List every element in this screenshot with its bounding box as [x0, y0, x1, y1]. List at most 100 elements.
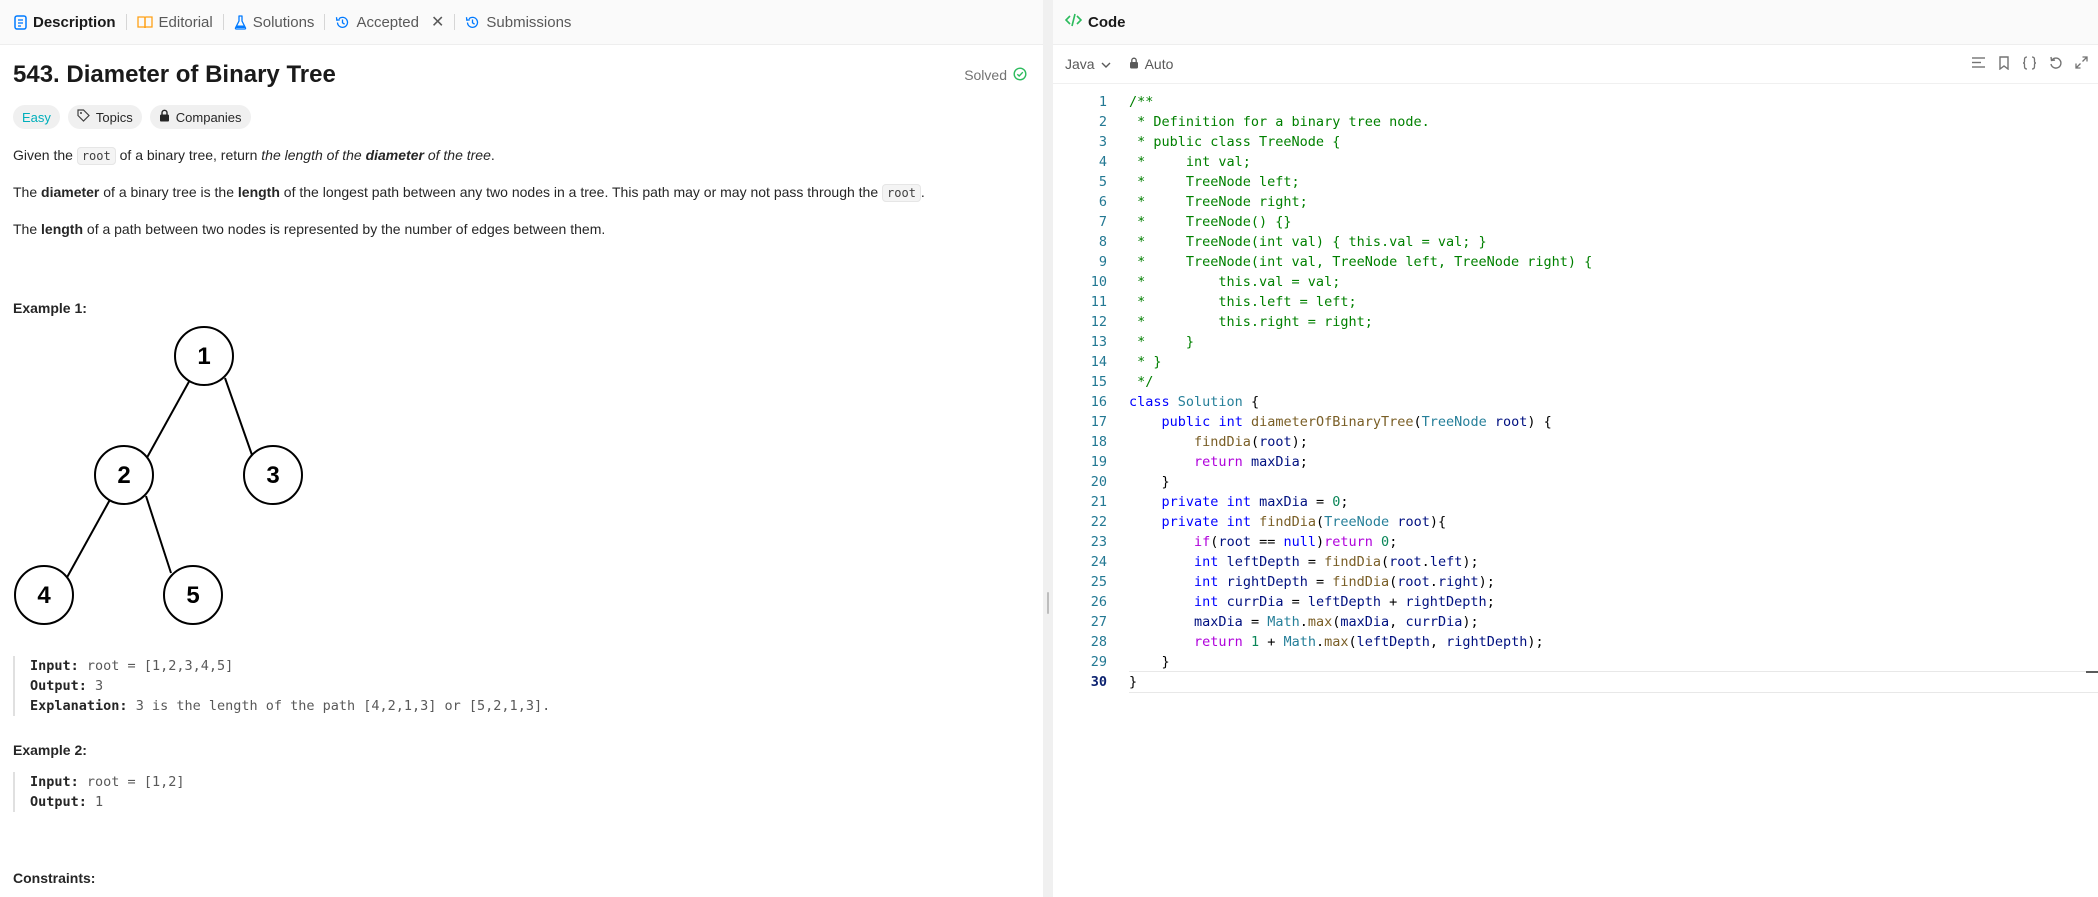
code-line[interactable]: 14 * }: [1053, 352, 2098, 372]
line-number: 15: [1090, 374, 1107, 390]
tab-editorial-label: Editorial: [158, 13, 213, 31]
code-line[interactable]: 5 * TreeNode left;: [1053, 172, 2098, 192]
line-number: 20: [1090, 474, 1107, 490]
code-text: return 1 + Math.max(leftDepth, rightDept…: [1194, 634, 1544, 650]
output-value: 3: [95, 678, 104, 694]
code-line[interactable]: 3 * public class TreeNode {: [1053, 132, 2098, 152]
description-icon: [14, 14, 27, 30]
code-line[interactable]: 23 if(root == null)return 0;: [1053, 532, 2098, 552]
tree-node-label: 5: [186, 582, 199, 609]
code-line[interactable]: 17 public int diameterOfBinaryTree(TreeN…: [1053, 412, 2098, 432]
example-1-block: Input: root = [1,2,3,4,5] Output: 3 Expl…: [13, 656, 1030, 716]
line-number: 1: [1098, 94, 1107, 110]
code-line[interactable]: 2 * Definition for a binary tree node.: [1053, 112, 2098, 132]
line-number: 6: [1098, 194, 1107, 210]
code-line[interactable]: 20 }: [1053, 472, 2098, 492]
code-line[interactable]: 29 }: [1053, 652, 2098, 672]
code-line[interactable]: 12 * this.right = right;: [1053, 312, 2098, 332]
code-editor[interactable]: 1 /** 2 * Definition for a binary tree nod…: [1053, 84, 2098, 693]
code-line[interactable]: 8 * TreeNode(int val) { this.val = val; …: [1053, 232, 2098, 252]
tab-submissions[interactable]: Submissions: [459, 0, 577, 44]
code-line[interactable]: 9 * TreeNode(int val, TreeNode left, Tre…: [1053, 252, 2098, 272]
code-line[interactable]: 30}: [1053, 672, 2098, 692]
auto-mode-toggle[interactable]: Auto: [1129, 56, 1173, 72]
text: of a path between two nodes is represent…: [83, 221, 606, 237]
output-label: Output:: [30, 794, 87, 810]
code-text: }: [1129, 474, 1170, 490]
tree-node: 2: [94, 445, 154, 505]
code-line[interactable]: 22 private int findDia(TreeNode root){: [1053, 512, 2098, 532]
tab-description[interactable]: Description: [8, 0, 122, 44]
code-line[interactable]: 28 return 1 + Math.max(leftDepth, rightD…: [1053, 632, 2098, 652]
code-line[interactable]: 19 return maxDia;: [1053, 452, 2098, 472]
problem-title[interactable]: 543. Diameter of Binary Tree: [13, 61, 336, 89]
tab-solutions[interactable]: Solutions: [228, 0, 321, 44]
code-line[interactable]: 21 private int maxDia = 0;: [1053, 492, 2098, 512]
example-2-block: Input: root = [1,2] Output: 1: [13, 772, 1030, 812]
output-value: 1: [95, 794, 104, 810]
code-line[interactable]: 11 * this.left = left;: [1053, 292, 2098, 312]
code-text: * public class TreeNode {: [1129, 134, 1341, 150]
braces-icon[interactable]: [2022, 55, 2037, 73]
history-icon: [465, 15, 480, 30]
code-text: */: [1129, 374, 1154, 390]
tree-node: 5: [163, 565, 223, 625]
line-number: 24: [1090, 554, 1107, 570]
code-text: * TreeNode() {}: [1129, 214, 1292, 230]
code-text: int leftDepth = findDia(root.left);: [1194, 554, 1479, 570]
inline-code: root: [76, 147, 116, 165]
tab-divider: [454, 14, 456, 30]
topics-button[interactable]: Topics: [67, 105, 142, 129]
tab-accepted[interactable]: Accepted ✕: [329, 0, 450, 44]
problem-description: 543. Diameter of Binary Tree Solved Easy…: [0, 61, 1043, 886]
reset-icon[interactable]: [2049, 56, 2063, 73]
code-text: * int val;: [1129, 154, 1251, 170]
language-select[interactable]: Java: [1065, 56, 1111, 72]
tree-node: 4: [14, 565, 74, 625]
code-line[interactable]: 25 int rightDepth = findDia(root.right);: [1053, 572, 2098, 592]
line-number: 28: [1090, 634, 1107, 650]
bookmark-icon[interactable]: [1998, 55, 2010, 73]
line-number: 16: [1090, 394, 1107, 410]
code-line[interactable]: 26 int currDia = leftDepth + rightDepth;: [1053, 592, 2098, 612]
code-text: * this.left = left;: [1129, 294, 1357, 310]
code-text: * TreeNode right;: [1129, 194, 1308, 210]
code-line[interactable]: 6 * TreeNode right;: [1053, 192, 2098, 212]
code-line[interactable]: 1 /**: [1053, 92, 2098, 112]
code-line[interactable]: 7 * TreeNode() {}: [1053, 212, 2098, 232]
code-text: * this.val = val;: [1129, 274, 1341, 290]
code-line[interactable]: 18 findDia(root);: [1053, 432, 2098, 452]
code-text: private int findDia(TreeNode root){: [1161, 514, 1447, 530]
line-number: 21: [1090, 494, 1107, 510]
text: Given the: [13, 147, 77, 163]
code-line[interactable]: 16 class Solution {: [1053, 392, 2098, 412]
code-line[interactable]: 27 maxDia = Math.max(maxDia, currDia);: [1053, 612, 2098, 632]
code-text: * }: [1129, 354, 1162, 370]
code-line[interactable]: 13 * }: [1053, 332, 2098, 352]
code-line[interactable]: 10 * this.val = val;: [1053, 272, 2098, 292]
close-icon[interactable]: ✕: [431, 12, 444, 32]
code-line[interactable]: 4 * int val;: [1053, 152, 2098, 172]
panel-resize-handle[interactable]: [1043, 0, 1053, 897]
code-text: * TreeNode(int val, TreeNode left, TreeN…: [1129, 254, 1593, 270]
tree-node: 3: [243, 445, 303, 505]
flask-icon: [234, 14, 247, 30]
difficulty-badge[interactable]: Easy: [13, 105, 60, 129]
text: .: [920, 184, 925, 200]
expand-icon[interactable]: [2075, 56, 2088, 72]
code-text: * }: [1129, 334, 1195, 350]
format-icon[interactable]: [1971, 56, 1986, 72]
example-1-title: Example 1:: [13, 300, 87, 316]
line-number: 7: [1098, 214, 1107, 230]
code-line[interactable]: 15 */: [1053, 372, 2098, 392]
code-text: }: [1129, 654, 1170, 670]
explanation-label: Explanation:: [30, 698, 128, 714]
text-italic: of the tree: [423, 147, 491, 163]
tree-diagram: 1 2 3 4 5: [13, 322, 1030, 652]
tab-divider: [125, 14, 127, 30]
companies-button[interactable]: Companies: [149, 105, 251, 129]
line-number: 4: [1098, 154, 1107, 170]
tab-editorial[interactable]: Editorial: [131, 0, 219, 44]
tree-node: 1: [174, 326, 234, 386]
code-line[interactable]: 24 int leftDepth = findDia(root.left);: [1053, 552, 2098, 572]
